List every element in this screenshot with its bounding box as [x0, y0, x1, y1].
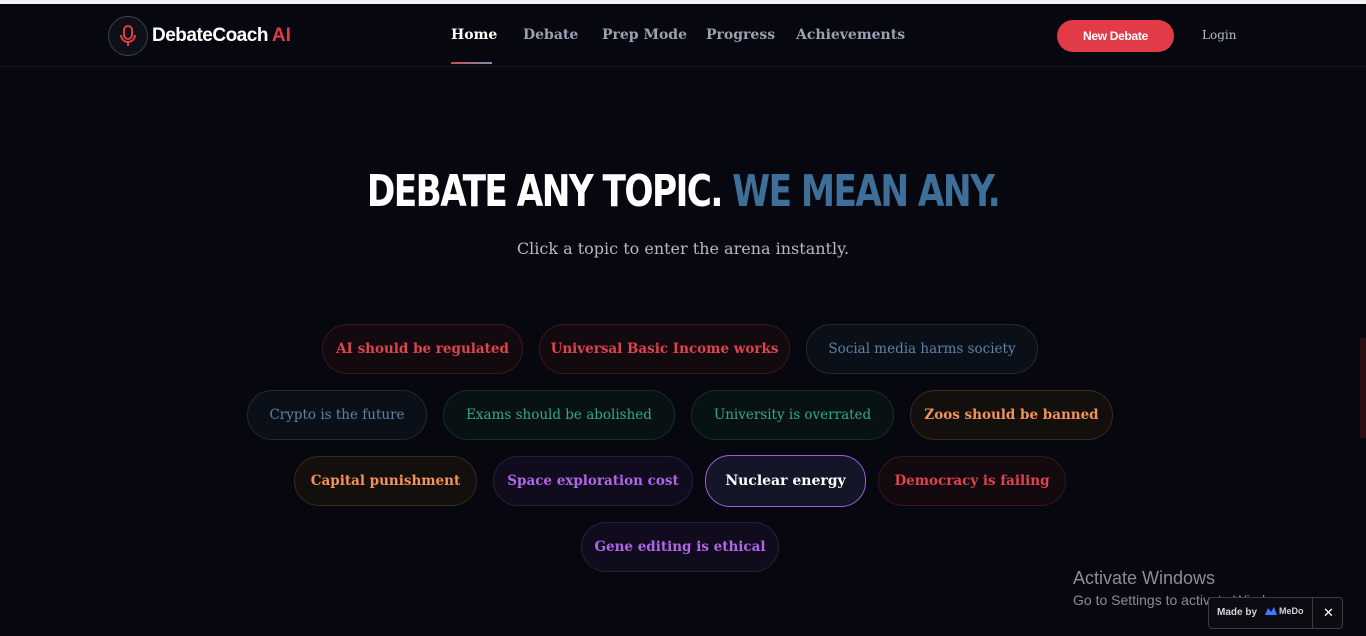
hero-subtitle: Click a topic to enter the arena instant…: [516, 239, 850, 258]
active-nav-indicator: [451, 62, 492, 64]
topic-chip[interactable]: Universal Basic Income works: [539, 324, 790, 374]
activation-title: Activate Windows: [1073, 568, 1216, 588]
badge-divider: [1312, 598, 1313, 628]
nav-debate[interactable]: Debate: [523, 27, 578, 43]
topic-chip[interactable]: Democracy is failing: [878, 456, 1066, 506]
hero-title: DEBATE ANY TOPIC. WE MEAN ANY.: [150, 166, 1215, 218]
topic-chip[interactable]: Gene editing is ethical: [581, 522, 779, 572]
brand-suffix: AI: [271, 25, 291, 46]
logo[interactable]: DebateCoach AI: [108, 16, 291, 56]
nav-achievements[interactable]: Achievements: [796, 27, 905, 43]
topic-chip-selected[interactable]: Nuclear energy: [705, 455, 866, 507]
brand-name: DebateCoach: [152, 25, 268, 46]
topic-chip[interactable]: Social media harms society: [806, 324, 1038, 374]
topic-chip[interactable]: Capital punishment: [294, 456, 477, 506]
made-by-badge: Made by MeDo ✕: [1208, 597, 1343, 629]
hero-title-white: DEBATE ANY TOPIC.: [366, 166, 724, 217]
topic-chip[interactable]: Space exploration cost: [493, 456, 693, 506]
nav-prep-mode[interactable]: Prep Mode: [602, 27, 687, 43]
made-by-label: Made by: [1217, 607, 1258, 618]
scrollbar-thumb[interactable]: [1360, 338, 1366, 438]
medo-name: MeDo: [1279, 606, 1304, 616]
close-icon[interactable]: ✕: [1323, 605, 1334, 621]
topic-chip[interactable]: Exams should be abolished: [443, 390, 675, 440]
topic-chip[interactable]: University is overrated: [691, 390, 894, 440]
new-debate-button[interactable]: New Debate: [1057, 20, 1174, 52]
topic-chip[interactable]: AI should be regulated: [322, 324, 523, 374]
nav-home[interactable]: Home: [451, 27, 497, 43]
microphone-icon: [108, 16, 148, 56]
topic-chip[interactable]: Crypto is the future: [247, 390, 427, 440]
login-link[interactable]: Login: [1202, 28, 1236, 42]
nav-progress[interactable]: Progress: [706, 27, 775, 43]
hero-title-blue: WE MEAN ANY.: [732, 166, 1000, 217]
medo-logo-icon: [1265, 607, 1277, 615]
medo-brand[interactable]: MeDo: [1265, 606, 1304, 616]
navbar: DebateCoach AI Home Debate Prep Mode Pro…: [0, 4, 1366, 67]
topic-chip[interactable]: Zoos should be banned: [910, 390, 1113, 440]
